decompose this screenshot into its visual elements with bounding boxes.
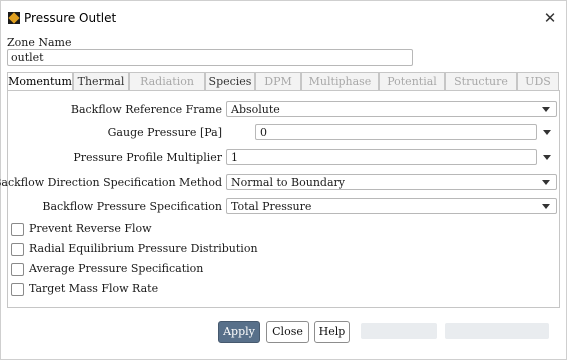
chevron-down-icon[interactable] — [542, 180, 550, 185]
gauge-pressure-label-text: Gauge Pressure — [107, 126, 197, 139]
chevron-down-icon[interactable] — [542, 107, 550, 112]
title-bar[interactable]: Pressure Outlet ✕ — [1, 1, 566, 31]
backflow-ref-frame-value: Absolute — [231, 103, 280, 116]
tab-multiphase[interactable]: Multiphase — [301, 72, 379, 90]
tab-bar: Momentum Thermal Radiation Species DPM M… — [7, 72, 559, 91]
average-pressure-checkbox[interactable] — [11, 263, 24, 276]
backflow-pressure-label: Backflow Pressure Specification — [42, 200, 222, 213]
tab-potential[interactable]: Potential — [379, 72, 445, 90]
blurred-watermark — [445, 323, 549, 339]
chevron-down-icon[interactable] — [543, 130, 551, 135]
backflow-pressure-dropdown[interactable]: Total Pressure — [226, 198, 557, 214]
target-mass-flow-checkbox[interactable] — [11, 283, 24, 296]
backflow-direction-dropdown[interactable]: Normal to Boundary — [226, 174, 557, 190]
gauge-pressure-input[interactable]: 0 — [255, 124, 537, 140]
tab-momentum[interactable]: Momentum — [7, 72, 73, 91]
profile-multiplier-label: Pressure Profile Multiplier — [73, 151, 222, 164]
gauge-pressure-unit: [Pa] — [199, 126, 222, 139]
radial-equilibrium-checkbox[interactable] — [11, 243, 24, 256]
radial-equilibrium-label: Radial Equilibrium Pressure Distribution — [29, 242, 258, 255]
help-button[interactable]: Help — [314, 321, 350, 343]
chevron-down-icon[interactable] — [542, 204, 550, 209]
average-pressure-label: Average Pressure Specification — [29, 262, 204, 275]
tab-structure[interactable]: Structure — [445, 72, 517, 90]
prevent-reverse-flow-label: Prevent Reverse Flow — [29, 222, 152, 235]
dialog-window: Pressure Outlet ✕ Zone Name outlet Momen… — [0, 0, 567, 360]
zone-name-input[interactable]: outlet — [7, 49, 413, 66]
tab-uds[interactable]: UDS — [517, 72, 559, 90]
gauge-pressure-value: 0 — [260, 126, 267, 139]
gauge-pressure-label: Gauge Pressure [Pa] — [108, 126, 222, 139]
profile-multiplier-input[interactable]: 1 — [226, 149, 537, 165]
profile-multiplier-value: 1 — [231, 151, 238, 164]
backflow-ref-frame-dropdown[interactable]: Absolute — [226, 101, 557, 117]
target-mass-flow-label: Target Mass Flow Rate — [29, 282, 159, 295]
chevron-down-icon[interactable] — [543, 155, 551, 160]
backflow-direction-label: Backflow Direction Specification Method — [0, 176, 222, 189]
tab-radiation[interactable]: Radiation — [129, 72, 205, 90]
prevent-reverse-flow-checkbox[interactable] — [11, 223, 24, 236]
backflow-direction-value: Normal to Boundary — [231, 176, 345, 189]
close-button[interactable]: Close — [266, 321, 309, 343]
apply-button[interactable]: Apply — [218, 321, 260, 343]
backflow-ref-frame-label: Backflow Reference Frame — [70, 103, 222, 116]
close-icon[interactable]: ✕ — [539, 7, 561, 29]
zone-name-label: Zone Name — [7, 36, 72, 49]
window-title: Pressure Outlet — [24, 11, 117, 25]
tab-species[interactable]: Species — [205, 72, 255, 90]
backflow-pressure-value: Total Pressure — [231, 200, 312, 213]
app-logo-icon — [8, 12, 20, 24]
blurred-watermark — [361, 323, 437, 339]
tab-dpm[interactable]: DPM — [255, 72, 301, 90]
tab-thermal[interactable]: Thermal — [73, 72, 129, 90]
